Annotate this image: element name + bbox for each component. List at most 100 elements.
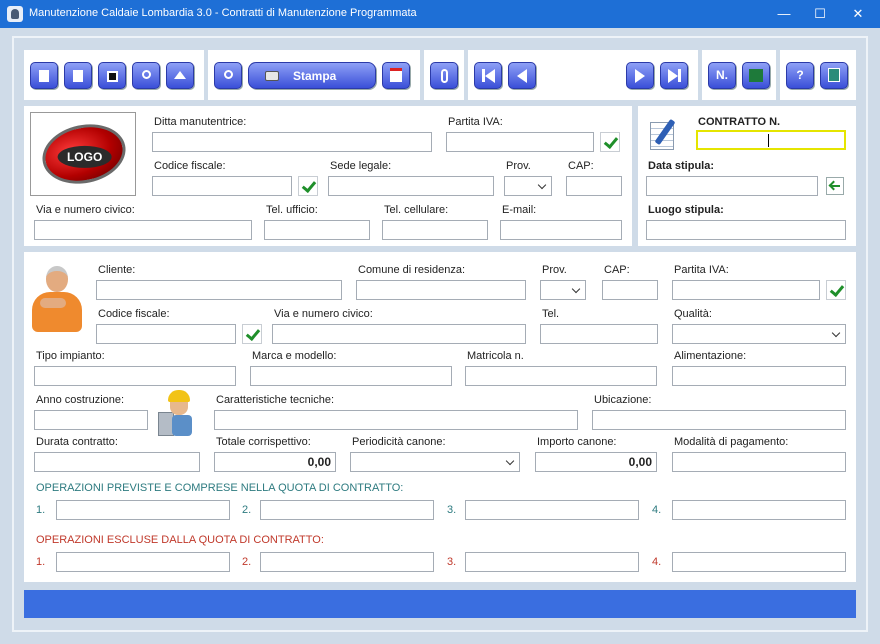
logo-box[interactable]: LOGO	[30, 112, 136, 196]
insert-date-arrow-icon[interactable]	[826, 177, 844, 195]
operazione-prevista-1-field[interactable]	[56, 500, 230, 520]
escluse-number-3: 3.	[447, 556, 457, 568]
totale-corrispettivo-field[interactable]: 0,00	[214, 452, 336, 472]
save-button[interactable]	[98, 62, 126, 89]
cliente-partita-iva-label: Partita IVA:	[674, 264, 729, 276]
marca-modello-field[interactable]	[250, 366, 452, 386]
data-stipula-label: Data stipula:	[648, 160, 715, 172]
sede-legale-label: Sede legale:	[330, 160, 392, 172]
tel-ufficio-field[interactable]	[264, 220, 370, 240]
previous-record-button[interactable]	[508, 62, 536, 89]
home-button[interactable]	[166, 62, 194, 89]
cliente-tel-field[interactable]	[540, 324, 658, 344]
operazione-esclusa-3-field[interactable]	[465, 552, 639, 572]
window-title: Manutenzione Caldaie Lombardia 3.0 - Con…	[29, 7, 417, 19]
paperclip-icon	[440, 69, 448, 83]
ditta-via-field[interactable]	[34, 220, 252, 240]
print-preview-icon	[223, 70, 233, 79]
operazione-esclusa-2-field[interactable]	[260, 552, 434, 572]
stampa-button[interactable]: Stampa	[248, 62, 376, 89]
alimentazione-field[interactable]	[672, 366, 846, 386]
pdf-button[interactable]	[382, 62, 410, 89]
ditta-codice-fiscale-field[interactable]	[152, 176, 292, 196]
exit-button[interactable]	[820, 62, 848, 89]
cliente-prov-select[interactable]	[540, 280, 586, 300]
tipo-impianto-field[interactable]	[34, 366, 236, 386]
cliente-via-field[interactable]	[272, 324, 526, 344]
ditta-cap-field[interactable]	[566, 176, 622, 196]
totale-corrispettivo-label: Totale corrispettivo:	[216, 436, 311, 448]
modalita-pagamento-field[interactable]	[672, 452, 846, 472]
operazione-prevista-3-field[interactable]	[465, 500, 639, 520]
contratto-numero-label: CONTRATTO N.	[698, 116, 781, 128]
comune-field[interactable]	[356, 280, 526, 300]
minimize-button[interactable]: —	[766, 0, 802, 28]
cliente-cap-field[interactable]	[602, 280, 658, 300]
pdf-icon	[390, 68, 402, 82]
contratto-panel: CONTRATTO N. Data stipula: Luogo stipula…	[638, 106, 856, 246]
cliente-partita-iva-field[interactable]	[672, 280, 820, 300]
durata-contratto-field[interactable]	[34, 452, 200, 472]
luogo-stipula-field[interactable]	[646, 220, 846, 240]
matricola-field[interactable]	[465, 366, 657, 386]
contratto-numero-field[interactable]	[696, 130, 846, 150]
cliente-tel-label: Tel.	[542, 308, 560, 320]
last-record-button[interactable]	[660, 62, 688, 89]
email-field[interactable]	[500, 220, 622, 240]
operazione-esclusa-1-field[interactable]	[56, 552, 230, 572]
cliente-codice-fiscale-field[interactable]	[96, 324, 236, 344]
technician-icon	[156, 390, 198, 438]
arrow-left-icon	[517, 69, 527, 83]
tel-ufficio-label: Tel. ufficio:	[266, 204, 318, 216]
cliente-field[interactable]	[96, 280, 342, 300]
excel-icon	[749, 69, 763, 82]
importo-canone-field[interactable]: 0,00	[535, 452, 657, 472]
periodicita-canone-select[interactable]	[350, 452, 520, 472]
next-record-button[interactable]	[626, 62, 654, 89]
ditta-manutentrice-field[interactable]	[152, 132, 432, 152]
sede-legale-field[interactable]	[328, 176, 494, 196]
magnifier-icon	[141, 70, 151, 79]
operazione-prevista-2-field[interactable]	[260, 500, 434, 520]
previste-number-1: 1.	[36, 504, 46, 516]
skip-forward-icon	[667, 69, 678, 83]
chevron-down-icon	[571, 284, 581, 294]
operazione-prevista-4-field[interactable]	[672, 500, 846, 520]
logo-oval: LOGO	[36, 116, 132, 192]
ditta-codice-fiscale-check[interactable]	[298, 176, 318, 196]
close-button[interactable]: ✕	[840, 0, 876, 28]
ditta-prov-select[interactable]	[504, 176, 552, 196]
previste-number-3: 3.	[447, 504, 457, 516]
operazioni-previste-heading: OPERAZIONI PREVISTE E COMPRESE NELLA QUO…	[36, 482, 404, 494]
logo-text: LOGO	[57, 145, 112, 168]
attach-button[interactable]	[430, 62, 458, 89]
ditta-panel: LOGO Ditta manutentrice: Partita IVA: Co…	[24, 106, 632, 246]
first-record-button[interactable]	[474, 62, 502, 89]
comune-label: Comune di residenza:	[358, 264, 466, 276]
duplicate-button[interactable]	[64, 62, 92, 89]
ditta-cap-label: CAP:	[568, 160, 594, 172]
new-button[interactable]	[30, 62, 58, 89]
customer-avatar-icon	[30, 264, 86, 334]
help-button[interactable]: ?	[786, 62, 814, 89]
app-icon	[7, 6, 23, 22]
anno-costruzione-field[interactable]	[34, 410, 148, 430]
search-button[interactable]	[132, 62, 160, 89]
ditta-partita-iva-check[interactable]	[600, 132, 620, 152]
ubicazione-field[interactable]	[592, 410, 846, 430]
cliente-codice-fiscale-check[interactable]	[242, 324, 262, 344]
number-button[interactable]: N.	[708, 62, 736, 89]
caratteristiche-field[interactable]	[214, 410, 578, 430]
floppy-disk-icon	[106, 71, 118, 82]
excel-export-button[interactable]	[742, 62, 770, 89]
data-stipula-field[interactable]	[646, 176, 818, 196]
qualita-select[interactable]	[672, 324, 846, 344]
toolbar-group-attach	[424, 50, 464, 100]
tel-cellulare-field[interactable]	[382, 220, 488, 240]
preview-button[interactable]	[214, 62, 242, 89]
operazione-esclusa-4-field[interactable]	[672, 552, 846, 572]
cliente-partita-iva-check[interactable]	[826, 280, 846, 300]
ditta-partita-iva-field[interactable]	[446, 132, 594, 152]
previste-number-4: 4.	[652, 504, 662, 516]
maximize-button[interactable]: ☐	[802, 0, 838, 28]
